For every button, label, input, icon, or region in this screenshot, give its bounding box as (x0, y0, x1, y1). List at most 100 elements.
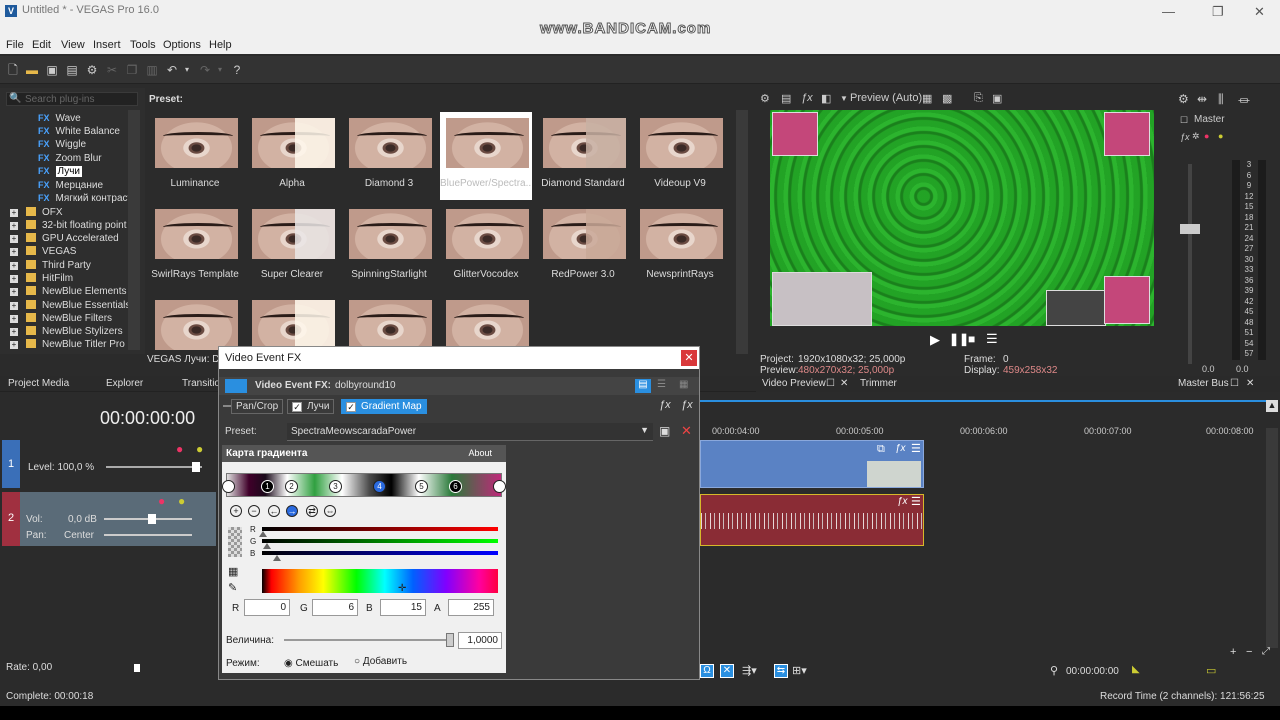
close-button[interactable]: ✕ (1254, 4, 1265, 20)
preset-item[interactable]: SwirlRays Template (149, 203, 241, 291)
timeline-vertical-scrollbar[interactable] (1266, 428, 1278, 648)
plugin-folder-ofx[interactable]: + OFX (10, 206, 63, 219)
plugin-item-white-balance[interactable]: FX White Balance (38, 125, 120, 138)
magnitude-slider[interactable] (284, 639, 454, 641)
chain-gradient-map[interactable]: ✓ Gradient Map (341, 399, 427, 414)
mode-mix-radio[interactable]: ◉ Смешать (284, 658, 338, 669)
menu-insert[interactable]: Insert (93, 39, 121, 51)
expand-icon[interactable]: + (10, 288, 18, 296)
plugin-folder-newblue-essentials[interactable]: + NewBlue Essentials (10, 299, 130, 312)
undo-icon[interactable]: ↶ (165, 63, 179, 77)
plugin-folder-newblue-stylizers[interactable]: + NewBlue Stylizers (10, 325, 123, 338)
whats-this-help-icon[interactable]: ? (230, 63, 244, 77)
save-snapshot-icon[interactable]: ▣ (992, 92, 1002, 105)
gradient-stop-4[interactable]: 4 (373, 480, 386, 493)
maximize-button[interactable]: ❐ (1212, 4, 1224, 20)
eyedropper-icon[interactable]: ✎ (228, 581, 237, 594)
timeline-scroll-up-icon[interactable]: ▲ (1266, 400, 1278, 412)
preview-quality-dropdown[interactable]: Preview (Auto) (850, 92, 922, 104)
undo-dropdown-icon[interactable]: ▾ (180, 63, 194, 77)
master-float-icon[interactable]: ☐ (1230, 378, 1239, 389)
audio-clip[interactable]: ƒx ☰ (700, 494, 924, 546)
plugin-folder-gpu[interactable]: + GPU Accelerated (10, 232, 119, 245)
preset-item[interactable]: RedPower 3.0 (537, 203, 629, 291)
chain-pan-crop[interactable]: Pan/Crop (231, 399, 284, 414)
menu-options[interactable]: Options (163, 39, 201, 51)
menu-tools[interactable]: Tools (130, 39, 156, 51)
about-link[interactable]: About (468, 448, 492, 458)
magnet-snap-icon[interactable]: Ω (700, 664, 714, 678)
preset-item[interactable]: Alpha (246, 112, 338, 200)
cut-icon[interactable]: ✂ (105, 63, 119, 77)
more-tools-icon[interactable]: ⊞▾ (792, 664, 807, 677)
menu-edit[interactable]: Edit (32, 39, 51, 51)
preview-properties-icon[interactable]: ▤ (781, 92, 791, 105)
blue-value-field[interactable]: 15 (380, 599, 426, 616)
plugin-scrollbar[interactable] (128, 110, 140, 350)
video-output-fx-icon[interactable]: ƒx (801, 92, 813, 104)
preset-dropdown-icon[interactable]: ▼ (640, 425, 649, 435)
plugin-folder-hitfilm[interactable]: + HitFilm (10, 272, 73, 285)
magnitude-slider-handle[interactable] (446, 633, 454, 647)
gradient-map-checkbox[interactable]: ✓ (346, 402, 356, 412)
plugin-folder-newblue-filters[interactable]: + NewBlue Filters (10, 312, 112, 325)
clip-fx-icon[interactable]: ƒx (895, 443, 906, 454)
preset-dropdown[interactable]: SpectraMeowscaradaPower ▼ (287, 423, 653, 441)
prev-stop-icon[interactable]: ← (268, 505, 280, 517)
remove-stop-icon[interactable]: − (248, 505, 260, 517)
tab-project-media[interactable]: Project Media (8, 378, 69, 389)
gradient-stop-1[interactable]: 1 (261, 480, 274, 493)
zoom-fit-icon[interactable]: ⤢ (1262, 646, 1270, 657)
expand-icon[interactable]: + (10, 235, 18, 243)
open-folder-icon[interactable]: ▬ (25, 63, 39, 77)
level-slider[interactable] (106, 466, 202, 468)
plugin-item-wave[interactable]: FX Wave (38, 112, 81, 125)
mute-icon[interactable]: ● (1204, 131, 1209, 141)
auto-ripple-icon[interactable]: ✕ (720, 664, 734, 678)
preview-mode-dropdown-icon[interactable]: ▼ (840, 94, 848, 103)
plugin-folder-third-party[interactable]: + Third Party (10, 259, 91, 272)
master-close-icon[interactable]: ✕ (1246, 378, 1254, 389)
master-fx-icon[interactable]: ƒx (1180, 132, 1190, 142)
search-input[interactable]: Search plug-ins (25, 94, 94, 105)
chain-rays[interactable]: ✓ Лучи (287, 399, 335, 414)
tab-transitions[interactable]: Transitio (182, 378, 220, 389)
plugin-item-flicker[interactable]: FX Мерцание (38, 179, 103, 192)
play-icon[interactable]: ▶ (930, 332, 940, 348)
expand-icon[interactable]: + (10, 275, 18, 283)
expand-icon[interactable]: + (10, 315, 18, 323)
gradient-stop-2[interactable]: 2 (285, 480, 298, 493)
palette-icon[interactable]: ▦ (228, 565, 238, 578)
tab-video-preview[interactable]: Video Preview (762, 378, 826, 389)
audio-solo-icon[interactable]: ● (178, 494, 185, 508)
level-slider-handle[interactable] (192, 462, 200, 472)
overlays-icon[interactable]: ▦ (922, 92, 932, 105)
gradient-bar[interactable]: 1 2 3 4 5 6 (222, 473, 506, 497)
rate-slider-handle[interactable] (134, 664, 140, 672)
audio-clip-menu-icon[interactable]: ☰ (911, 495, 921, 508)
tab-close-icon[interactable]: ✕ (840, 378, 848, 389)
preset-item[interactable]: GlitterVocodex (440, 203, 532, 291)
preset-item[interactable]: NewsprintRays (634, 203, 726, 291)
gradient-stop-start[interactable] (222, 480, 235, 493)
delete-preset-icon[interactable]: ✕ (681, 423, 692, 439)
next-stop-icon[interactable]: → (286, 505, 298, 517)
audio-clip-fx-icon[interactable]: ƒx (897, 496, 908, 507)
master-checkbox[interactable]: ☐ (1180, 115, 1188, 126)
zoom-out-icon[interactable]: − (1246, 646, 1252, 658)
save-preset-icon[interactable]: ▣ (659, 424, 670, 438)
gradient-stop-6[interactable]: 6 (449, 480, 462, 493)
lock-envelopes-icon[interactable]: ⇆ (774, 664, 788, 678)
expand-icon[interactable]: + (10, 209, 18, 217)
green-slider[interactable] (262, 539, 498, 549)
preview-settings-gear-icon[interactable]: ⚙ (760, 92, 770, 105)
plugin-item-wiggle[interactable]: FX Wiggle (38, 138, 86, 151)
rays-checkbox[interactable]: ✓ (292, 402, 302, 412)
gradient-stop-end[interactable] (493, 480, 506, 493)
preset-item[interactable]: Videoup V9 (634, 112, 726, 200)
gradient-stop-3[interactable]: 3 (329, 480, 342, 493)
plugin-folder-vegas[interactable]: + VEGAS (10, 245, 76, 258)
expand-icon[interactable]: + (10, 302, 18, 310)
plugin-item-soft-contrast[interactable]: FX Мягкий контраст (38, 192, 132, 205)
red-slider[interactable] (259, 527, 498, 537)
